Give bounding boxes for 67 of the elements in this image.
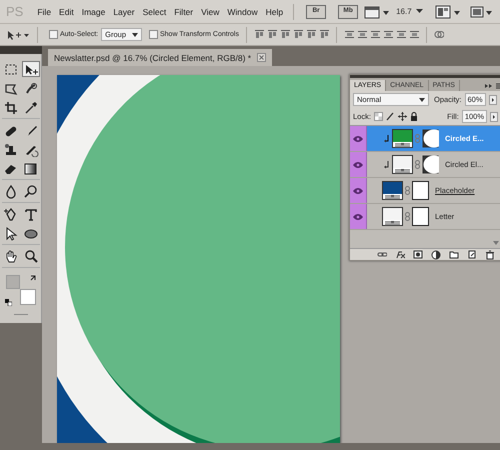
foreground-color-swatch[interactable] [6,275,20,289]
add-mask-icon[interactable] [413,250,423,260]
move-arrows-icon[interactable] [398,112,407,121]
caret-icon [419,98,425,102]
menu-item[interactable]: File [33,4,56,18]
fill-slider-arrow-icon[interactable] [490,112,498,122]
zoom-dropdown[interactable]: 16.7 [396,7,423,16]
distribute-left-icon[interactable] [382,29,393,40]
menu-item[interactable]: Select [138,4,170,18]
caret-icon [132,32,138,36]
trash-icon[interactable] [485,250,495,260]
background-color-swatch[interactable] [20,289,36,305]
stamp-icon [2,142,18,156]
distribute-middle-icon[interactable] [356,29,367,40]
move-tool-icon[interactable] [6,28,30,40]
distribute-bottom-icon[interactable] [370,29,380,40]
dodge-icon [22,184,38,198]
checkerboard-icon[interactable] [374,112,383,121]
align-right-icon[interactable] [318,29,329,40]
menu-item[interactable]: Help [262,4,288,18]
default-colors-icon[interactable] [4,299,12,306]
zoom-icon [22,248,38,264]
menu-item[interactable]: Image [78,4,110,18]
eyedropper-icon [22,100,38,114]
layer-mask[interactable] [422,155,439,174]
align-left-icon[interactable] [292,29,303,40]
distribute-right-icon[interactable] [408,29,419,40]
align-bottom-icon[interactable] [280,29,290,40]
distribute-center-icon[interactable] [396,29,406,40]
document-tab[interactable]: Newslatter.psd @ 16.7% (Circled Element, RGB/8) * [48,49,272,66]
lock-icon[interactable] [410,112,418,121]
menu-item[interactable]: Filter [170,4,198,18]
screen-mode-icon[interactable] [468,4,493,18]
pen-icon [2,206,18,222]
crop-icon [2,100,18,114]
tool-button[interactable] [22,183,40,199]
distribute-top-icon[interactable] [344,29,354,40]
caret-icon [416,9,423,14]
layer-mask[interactable] [412,181,429,200]
arrange-documents-icon[interactable] [434,4,461,18]
close-icon[interactable] [257,53,266,62]
gradient-icon [22,160,38,176]
eye-icon[interactable] [353,188,363,194]
align-middle-icon[interactable] [266,29,277,40]
opacity-slider-arrow-icon[interactable] [488,94,497,104]
align-top-icon[interactable] [254,29,264,40]
marquee-icon [2,62,18,76]
tool-button[interactable] [22,61,40,77]
adjustment-layer-icon[interactable] [431,250,441,260]
auto-align-icon[interactable] [434,29,444,40]
layer-mask[interactable] [422,129,439,148]
menu-item[interactable]: Layer [109,4,139,18]
menu-item[interactable]: Edit [55,4,78,18]
swap-colors-icon[interactable] [30,275,36,282]
new-layer-icon[interactable] [467,250,477,260]
eye-icon[interactable] [353,136,363,142]
layer-mask[interactable] [412,207,429,226]
eye-icon[interactable] [353,214,363,220]
layer-style-icon[interactable] [395,250,405,260]
menu-item[interactable]: View [197,4,224,18]
view-extras-icon[interactable] [364,4,390,18]
type-icon [22,206,38,222]
align-center-icon[interactable] [306,29,316,40]
link-layers-icon[interactable] [377,250,387,260]
menu-item[interactable]: Window [223,4,262,18]
brush-icon[interactable] [386,112,395,121]
eye-icon[interactable] [353,162,363,168]
